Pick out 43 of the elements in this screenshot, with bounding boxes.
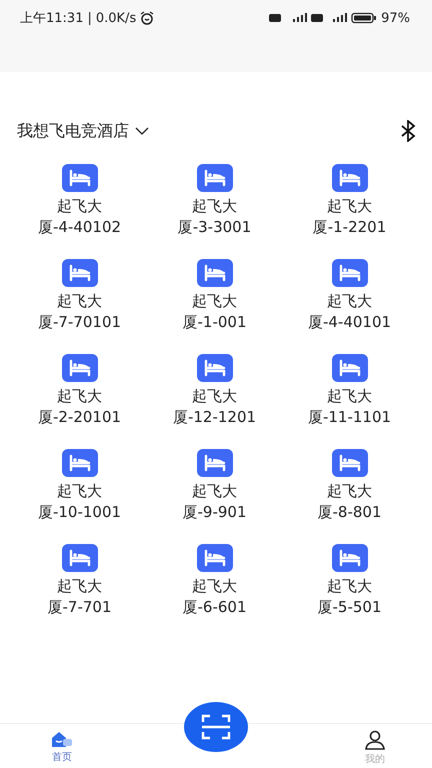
status-time: 上午11:31 xyxy=(20,10,84,27)
room-name: 起飞大 厦-5-501 xyxy=(318,576,382,618)
status-divider: | xyxy=(87,10,92,26)
home-icon xyxy=(50,730,74,748)
room-name: 起飞大 厦-8-801 xyxy=(318,481,382,523)
bed-icon[interactable] xyxy=(332,259,368,287)
network-speed: 0.0K/s xyxy=(96,10,136,26)
room-name: 起飞大 厦-9-901 xyxy=(182,481,246,523)
person-icon xyxy=(364,730,386,750)
tab[interactable]: 首页 xyxy=(44,724,80,768)
bed-icon[interactable] xyxy=(196,544,232,572)
room-name: 起飞大 厦-11-1101 xyxy=(308,386,392,428)
tab[interactable]: 我的 xyxy=(358,724,392,768)
room-name: 起飞大 厦-4-40101 xyxy=(308,291,392,333)
bed-icon[interactable] xyxy=(332,354,368,382)
bed-icon[interactable] xyxy=(62,164,98,192)
room-name: 起飞大 厦-4-40102 xyxy=(38,196,122,238)
alarm-icon xyxy=(140,11,154,25)
hotel-selector[interactable]: 我想飞电竞酒店 xyxy=(17,120,149,142)
room-name: 起飞大 厦-7-70101 xyxy=(38,291,122,333)
bed-icon[interactable] xyxy=(332,449,368,477)
room-name: 起飞大 厦-3-3001 xyxy=(178,196,252,238)
bed-icon[interactable] xyxy=(62,544,98,572)
room-name: 起飞大 厦-2-20101 xyxy=(38,386,122,428)
bluetooth-icon[interactable] xyxy=(400,120,416,142)
room-name: 起飞大 厦-12-1201 xyxy=(172,386,256,428)
scan-icon xyxy=(201,714,231,740)
battery-level: 97% xyxy=(381,10,410,26)
room-name: 起飞大 厦-1-001 xyxy=(182,291,246,333)
bed-icon[interactable] xyxy=(62,449,98,477)
chevron-down-icon xyxy=(135,127,149,135)
bed-icon[interactable] xyxy=(62,354,98,382)
bed-icon[interactable] xyxy=(196,259,232,287)
room-name: 起飞大 厦-10-1001 xyxy=(38,481,122,523)
room-name: 起飞大 厦-6-601 xyxy=(182,576,246,618)
bed-icon[interactable] xyxy=(196,164,232,192)
room-name: 起飞大 厦-1-2201 xyxy=(312,196,386,238)
bed-icon[interactable] xyxy=(332,544,368,572)
bed-icon[interactable] xyxy=(332,164,368,192)
room-name: 起飞大 厦-7-701 xyxy=(48,576,112,618)
bed-icon[interactable] xyxy=(196,449,232,477)
bed-icon[interactable] xyxy=(196,354,232,382)
bed-icon[interactable] xyxy=(62,259,98,287)
